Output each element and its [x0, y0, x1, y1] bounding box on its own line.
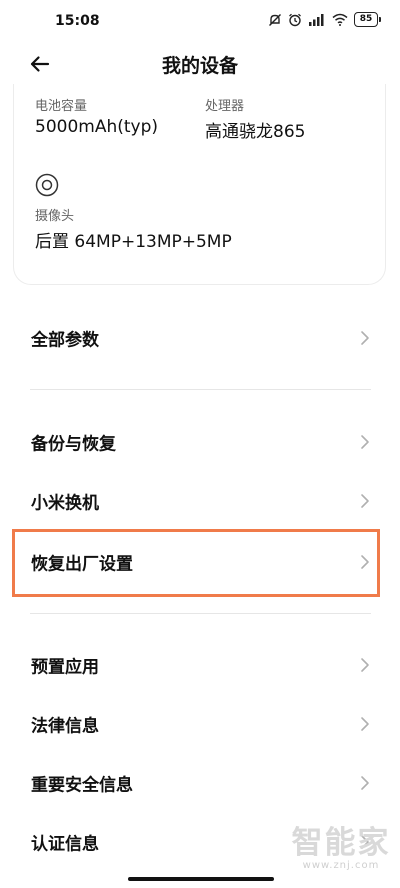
- home-indicator[interactable]: [128, 877, 274, 881]
- menu-item-label: 小米换机: [31, 493, 99, 514]
- menu-item-backup-restore[interactable]: 备份与恢复: [0, 413, 400, 471]
- chevron-right-icon: [361, 555, 369, 569]
- chevron-right-icon: [361, 435, 369, 449]
- menu-item-preinstalled-apps[interactable]: 预置应用: [0, 636, 400, 694]
- menu-item-legal-info[interactable]: 法律信息: [0, 695, 400, 753]
- battery-level: 85: [359, 14, 373, 24]
- chevron-right-icon: [361, 331, 369, 345]
- menu-item-mi-mover[interactable]: 小米换机: [0, 472, 400, 530]
- battery-capacity-label: 电池容量: [35, 99, 88, 114]
- menu-item-all-params[interactable]: 全部参数: [0, 309, 400, 367]
- status-icons: 85: [268, 12, 381, 27]
- camera-label: 摄像头: [35, 209, 75, 224]
- mute-icon: [269, 13, 281, 26]
- watermark: 智能家 www.znj.com: [290, 826, 392, 871]
- camera-value: 后置 64MP+13MP+5MP: [35, 232, 232, 252]
- menu-item-safety-info[interactable]: 重要安全信息: [0, 754, 400, 812]
- menu-item-label: 法律信息: [31, 716, 99, 737]
- divider: [30, 389, 371, 390]
- spec-card: 电池容量 5000mAh(typ) 处理器 高通骁龙865 摄像头 后置 64M…: [13, 84, 386, 285]
- divider: [30, 613, 371, 614]
- header: 我的设备: [0, 44, 400, 84]
- chevron-right-icon: [361, 494, 369, 508]
- battery-capacity-value: 5000mAh(typ): [35, 117, 159, 137]
- processor-label: 处理器: [205, 99, 245, 114]
- status-time: 15:08: [55, 13, 100, 29]
- watermark-url: www.znj.com: [302, 860, 380, 871]
- menu-item-label: 重要安全信息: [31, 775, 133, 796]
- menu-item-label: 认证信息: [31, 834, 99, 855]
- camera-icon: [35, 173, 59, 197]
- menu-item-label: 预置应用: [31, 657, 99, 678]
- watermark-text: 智能家: [291, 825, 391, 861]
- signal-icon: [309, 14, 324, 26]
- menu-item-label: 备份与恢复: [31, 434, 116, 455]
- wifi-icon: [332, 13, 348, 26]
- menu-item-label: 全部参数: [31, 330, 99, 351]
- processor-value: 高通骁龙865: [205, 122, 306, 142]
- menu-item-label: 恢复出厂设置: [31, 554, 133, 575]
- status-bar: 15:08 85: [0, 0, 400, 44]
- alarm-icon: [289, 13, 301, 26]
- menu-item-factory-reset[interactable]: 恢复出厂设置: [0, 533, 400, 591]
- chevron-right-icon: [361, 776, 369, 790]
- chevron-right-icon: [361, 658, 369, 672]
- page-title: 我的设备: [161, 55, 238, 77]
- chevron-right-icon: [361, 717, 369, 731]
- battery-icon: 85: [354, 12, 381, 27]
